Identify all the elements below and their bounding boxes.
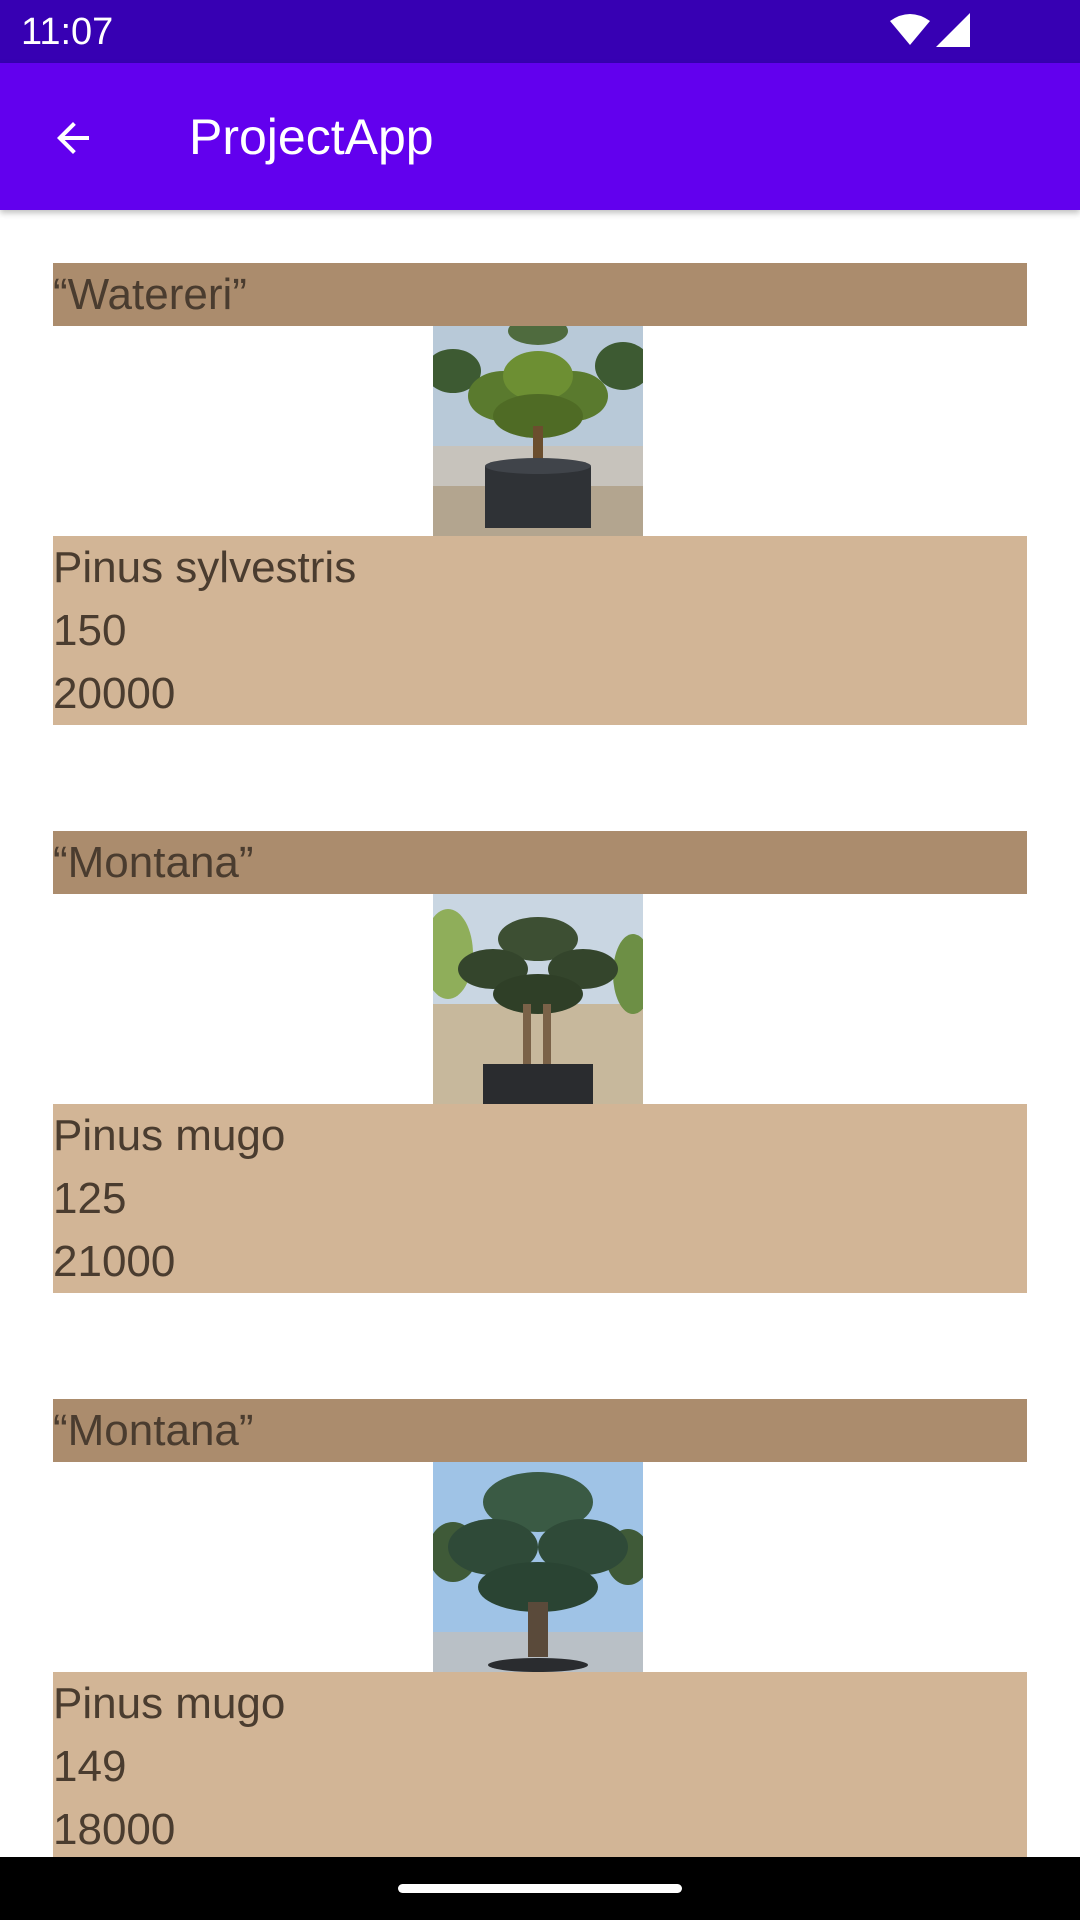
plant-list[interactable]: “Watereri” Pinus sylvestris 150 20000 “M… — [0, 210, 1080, 1857]
plant-card[interactable]: “Montana” Pinus mugo 125 21000 — [53, 831, 1027, 1293]
plant-height: 149 — [53, 1742, 127, 1791]
plant-price: 18000 — [53, 1805, 176, 1854]
wifi-icon — [890, 14, 930, 45]
cell-signal-icon — [936, 13, 970, 47]
plant-image — [433, 1462, 643, 1672]
plant-price: 21000 — [53, 1237, 176, 1286]
plant-details: Pinus sylvestris 150 20000 — [53, 536, 1027, 725]
home-gesture-handle[interactable] — [398, 1884, 682, 1893]
plant-image — [433, 894, 643, 1104]
plant-details: Pinus mugo 149 18000 — [53, 1672, 1027, 1857]
plant-height: 125 — [53, 1174, 127, 1223]
plant-species: Pinus mugo — [53, 1111, 286, 1160]
status-icons — [890, 13, 970, 49]
plant-species: Pinus mugo — [53, 1679, 286, 1728]
app-title: ProjectApp — [189, 109, 434, 165]
plant-image — [433, 326, 643, 536]
navigation-bar — [0, 1857, 1080, 1920]
plant-name: “Montana” — [53, 1399, 1027, 1462]
plant-species: Pinus sylvestris — [53, 543, 357, 592]
back-button[interactable] — [38, 103, 108, 173]
plant-details: Pinus mugo 125 21000 — [53, 1104, 1027, 1293]
status-time: 11:07 — [21, 11, 114, 53]
status-bar: 11:07 — [0, 0, 1080, 63]
plant-card[interactable]: “Watereri” Pinus sylvestris 150 20000 — [53, 263, 1027, 725]
plant-card[interactable]: “Montana” Pinus mugo 149 18000 — [53, 1399, 1027, 1857]
app-bar: ProjectApp — [0, 63, 1080, 210]
plant-name: “Watereri” — [53, 263, 1027, 326]
plant-height: 150 — [53, 606, 127, 655]
plant-price: 20000 — [53, 669, 176, 718]
arrow-back-icon — [57, 122, 89, 154]
plant-name: “Montana” — [53, 831, 1027, 894]
